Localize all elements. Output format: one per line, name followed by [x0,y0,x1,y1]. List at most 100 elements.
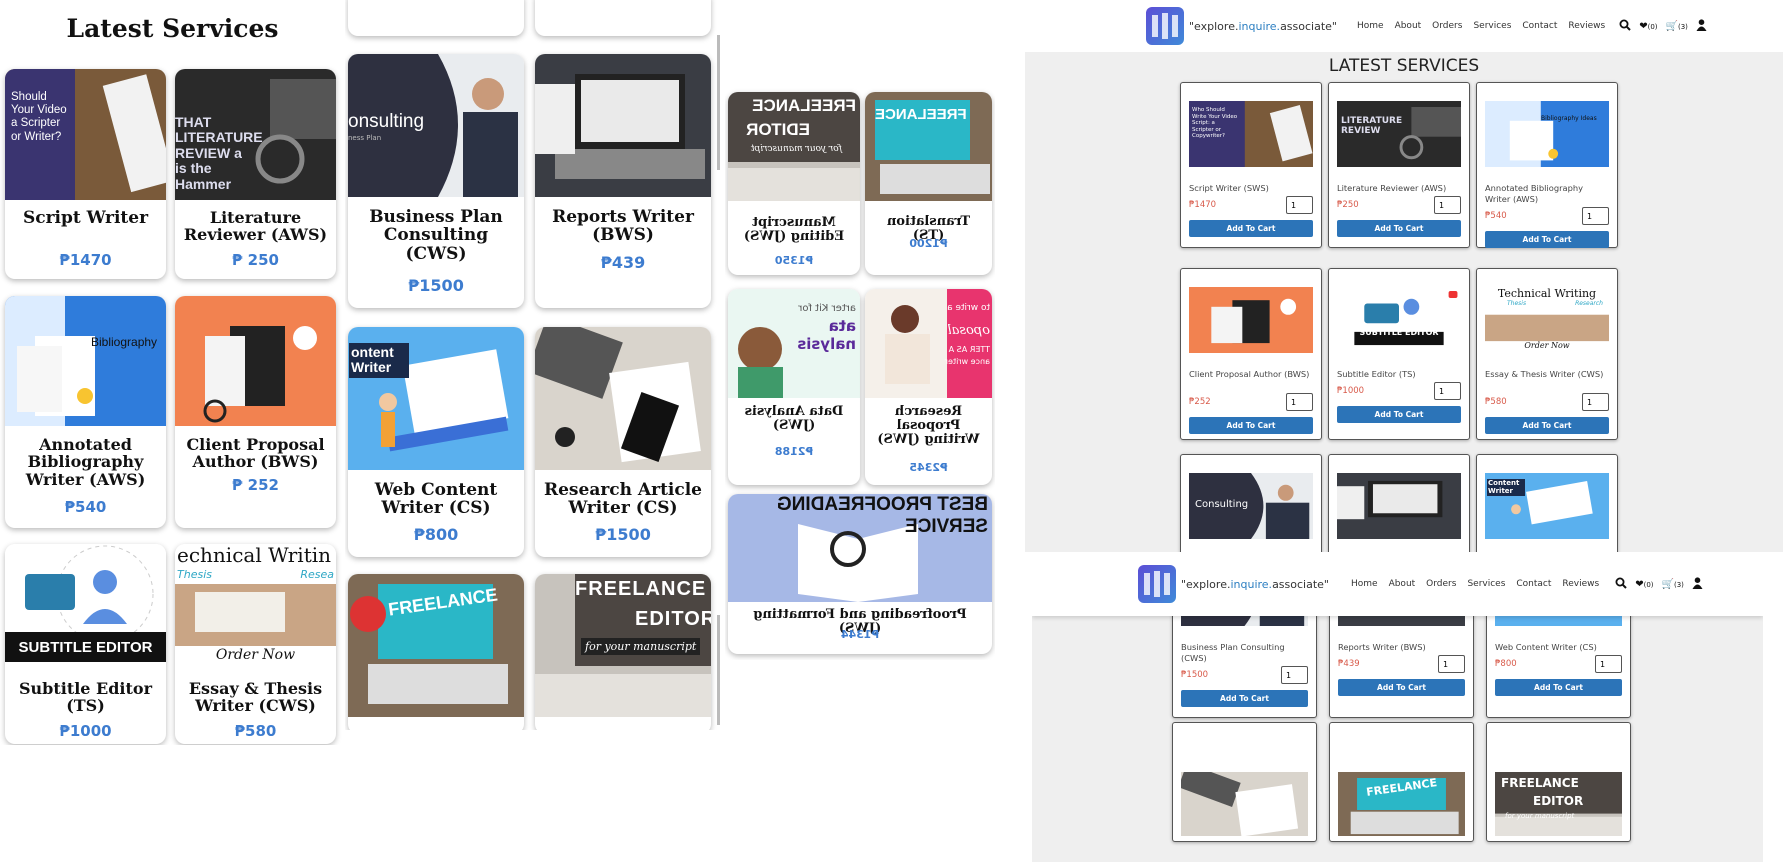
add-to-cart-button[interactable]: Add To Cart [1189,417,1313,434]
cart-link[interactable]: 🛒(3) [1666,21,1688,32]
service-card-proofreading[interactable]: BEST PROOFREADING SERVICE Proofreading a… [728,494,992,654]
desktop-panel-bottom-inner: ConsultingBusiness Plan Consulting (CWS)… [1032,552,1763,862]
service-card[interactable]: ConsultingBusiness Plan Consulting [1180,454,1322,552]
card-image [1189,287,1313,353]
top-navbar: "explore.inquire.associate" Home About O… [1025,0,1783,52]
card-fragment [348,0,524,36]
search-icon[interactable] [1619,19,1631,34]
brand-logo-icon[interactable] [1138,565,1176,603]
quantity-input[interactable] [1438,655,1465,673]
service-card-business-plan[interactable]: onsulting ness Plan Business Plan Consul… [348,54,524,308]
card-price: ₱1470 [1189,200,1217,210]
service-card[interactable]: Content WriterWeb Content Writer (CS) [1476,454,1618,552]
card-price: ₱1500 [1181,670,1209,680]
card-price: ₱2188 [774,445,814,458]
quantity-input[interactable] [1434,196,1461,214]
service-card-subtitle-editor[interactable]: SUBTITLE EDITOR Subtitle Editor (TS) ₱10… [5,544,166,744]
nav-services[interactable]: Services [1473,21,1511,31]
service-card-data-analysis[interactable]: arter Kit for ata nalysis Data Analysis … [728,289,860,485]
card-title: Business Plan Consulting (CWS) [369,207,503,264]
image-caption: for your manuscript [750,144,842,154]
add-to-cart-button[interactable]: Add To Cart [1495,679,1622,696]
card-image [175,296,336,426]
service-card-manuscript-editing[interactable]: FREELANCE EDITOR for your manuscript Man… [728,92,860,275]
nav-home[interactable]: Home [1351,579,1378,589]
nav-contact[interactable]: Contact [1522,21,1557,31]
add-to-cart-button[interactable]: Add To Cart [1485,417,1609,434]
card-image: ontent Writer [348,327,524,470]
service-card-research-article[interactable]: Research Article Writer (CS) ₱1500 [535,327,711,557]
cart-link[interactable]: 🛒(3) [1662,579,1684,590]
service-card-freelance[interactable]: FREELANCE [348,574,524,730]
card-title: Reports Writer (BWS) [1338,642,1426,652]
brand-logo-icon[interactable] [1146,7,1184,45]
image-caption: EDITOR [746,120,810,139]
service-card[interactable]: Reports Writer (BWS) [1328,454,1470,552]
nav-reviews[interactable]: Reviews [1562,579,1599,589]
quantity-input[interactable] [1434,382,1461,400]
add-to-cart-button[interactable]: Add To Cart [1338,679,1465,696]
service-card[interactable]: FREELANCE [1329,722,1474,842]
service-card-web-content[interactable]: ontent Writer Web Content Writer (CS) ₱8… [348,327,524,557]
user-icon[interactable] [1696,18,1707,34]
add-to-cart-button[interactable]: Add To Cart [1337,406,1461,423]
service-card[interactable]: Client Proposal Author (BWS) ₱252 Add To C… [1180,268,1322,440]
card-price: ₱1500 [408,276,464,295]
nav-orders[interactable]: Orders [1426,579,1456,589]
nav-about[interactable]: About [1389,579,1416,589]
brand-name[interactable]: "explore.inquire.associate" [1189,20,1337,33]
nav-icons: ❤(0) 🛒(3) [1619,18,1707,34]
wishlist-link[interactable]: ❤(0) [1635,579,1653,590]
card-image: Bibliography [5,296,166,426]
service-card[interactable]: LITERATURE REVIEW Literature Reviewer (AW… [1328,82,1470,248]
nav-home[interactable]: Home [1357,21,1384,31]
scrollbar[interactable] [717,615,720,725]
quantity-input[interactable] [1286,393,1313,411]
service-card-translation[interactable]: FREELANCE Translation (TS) ₱1200 [865,92,992,275]
card-price: ₱580 [1485,397,1507,407]
quantity-input[interactable] [1582,207,1609,225]
card-price: ₱1470 [59,251,112,269]
nav-contact[interactable]: Contact [1516,579,1551,589]
service-card[interactable]: FREELANCE EDITOR for your manuscript [1486,722,1631,842]
nav-about[interactable]: About [1395,21,1422,31]
add-to-cart-button[interactable]: Add To Cart [1181,690,1308,707]
service-card-essay-thesis[interactable]: echnical Writin Thesis Resea Order Now E… [175,544,336,744]
desktop-panel-top: "explore.inquire.associate" Home About O… [1025,0,1783,552]
service-card[interactable]: Bibliography Ideas Annotated Bibliography… [1476,82,1618,248]
nav-icons: ❤(0) 🛒(3) [1615,576,1703,592]
brand-name[interactable]: "explore.inquire.associate" [1181,578,1329,591]
nav-services[interactable]: Services [1467,579,1505,589]
card-image: FREELANCE EDITOR for your manuscript [535,574,711,717]
quantity-input[interactable] [1281,666,1308,684]
quantity-input[interactable] [1286,196,1313,214]
nav-reviews[interactable]: Reviews [1568,21,1605,31]
card-price: ₱1000 [1337,386,1365,396]
quantity-input[interactable] [1595,655,1622,673]
service-card[interactable]: Technical Writing Thesis Research Order Now… [1476,268,1618,440]
search-icon[interactable] [1615,577,1627,592]
service-card-editor[interactable]: FREELANCE EDITOR for your manuscript [535,574,711,730]
service-card-reports-writer[interactable]: Reports Writer (BWS) ₱439 [535,54,711,308]
quantity-input[interactable] [1582,393,1609,411]
image-caption: BEST PROOFREADING [776,494,988,515]
service-card-research-proposal[interactable]: to write a oposal TTER AS A ance writer … [865,289,992,485]
service-card-literature-reviewer[interactable]: THAT LITERATURE REVIEW a is the Hammer L… [175,69,336,279]
nav-orders[interactable]: Orders [1432,21,1462,31]
card-price: ₱1200 [909,237,948,250]
service-card-client-proposal[interactable]: Client Proposal Author (BWS) ₱ 252 [175,296,336,528]
service-card[interactable] [1172,722,1317,842]
service-card[interactable]: Who Should Write Your Video Script: a Sc… [1180,82,1322,248]
service-card-annotated-bibliography[interactable]: Bibliography Annotated Bibliography Writ… [5,296,166,528]
add-to-cart-button[interactable]: Add To Cart [1337,220,1461,237]
card-price: ₱1000 [59,722,112,740]
wishlist-link[interactable]: ❤(0) [1639,21,1657,32]
add-to-cart-button[interactable]: Add To Cart [1189,220,1313,237]
add-to-cart-button[interactable]: Add To Cart [1485,231,1609,248]
user-icon[interactable] [1692,576,1703,592]
service-card[interactable]: SUBTITLE EDITOR Subtitle Editor (TS) ₱1000… [1328,268,1470,440]
scrollbar[interactable] [717,35,720,170]
service-card-script-writer[interactable]: Should Your Video a Scripter or Writer? … [5,69,166,279]
card-title: Web Content Writer (CS) [374,480,498,519]
card-image: FREELANCE EDITOR for your manuscript [728,92,860,201]
